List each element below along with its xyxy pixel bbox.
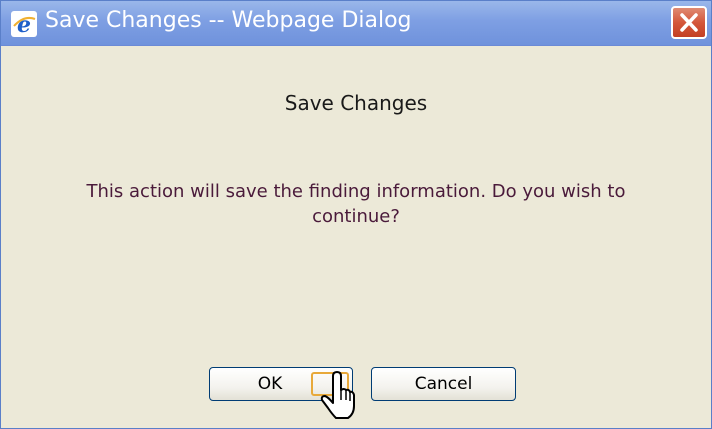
dialog-window: e Save Changes -- Webpage Dialog Save Ch… bbox=[0, 0, 712, 429]
close-button[interactable] bbox=[671, 6, 707, 39]
close-icon bbox=[680, 13, 698, 32]
ie-icon: e bbox=[11, 11, 37, 38]
focus-ring bbox=[311, 372, 349, 396]
svg-text:e: e bbox=[17, 12, 31, 37]
dialog-message: This action will save the finding inform… bbox=[86, 181, 626, 227]
window-title: Save Changes -- Webpage Dialog bbox=[45, 8, 412, 33]
dialog-heading: Save Changes bbox=[284, 91, 428, 115]
title-bar[interactable]: e Save Changes -- Webpage Dialog bbox=[1, 1, 711, 46]
ok-button[interactable]: OK bbox=[209, 367, 353, 401]
cancel-button[interactable]: Cancel bbox=[371, 367, 516, 401]
